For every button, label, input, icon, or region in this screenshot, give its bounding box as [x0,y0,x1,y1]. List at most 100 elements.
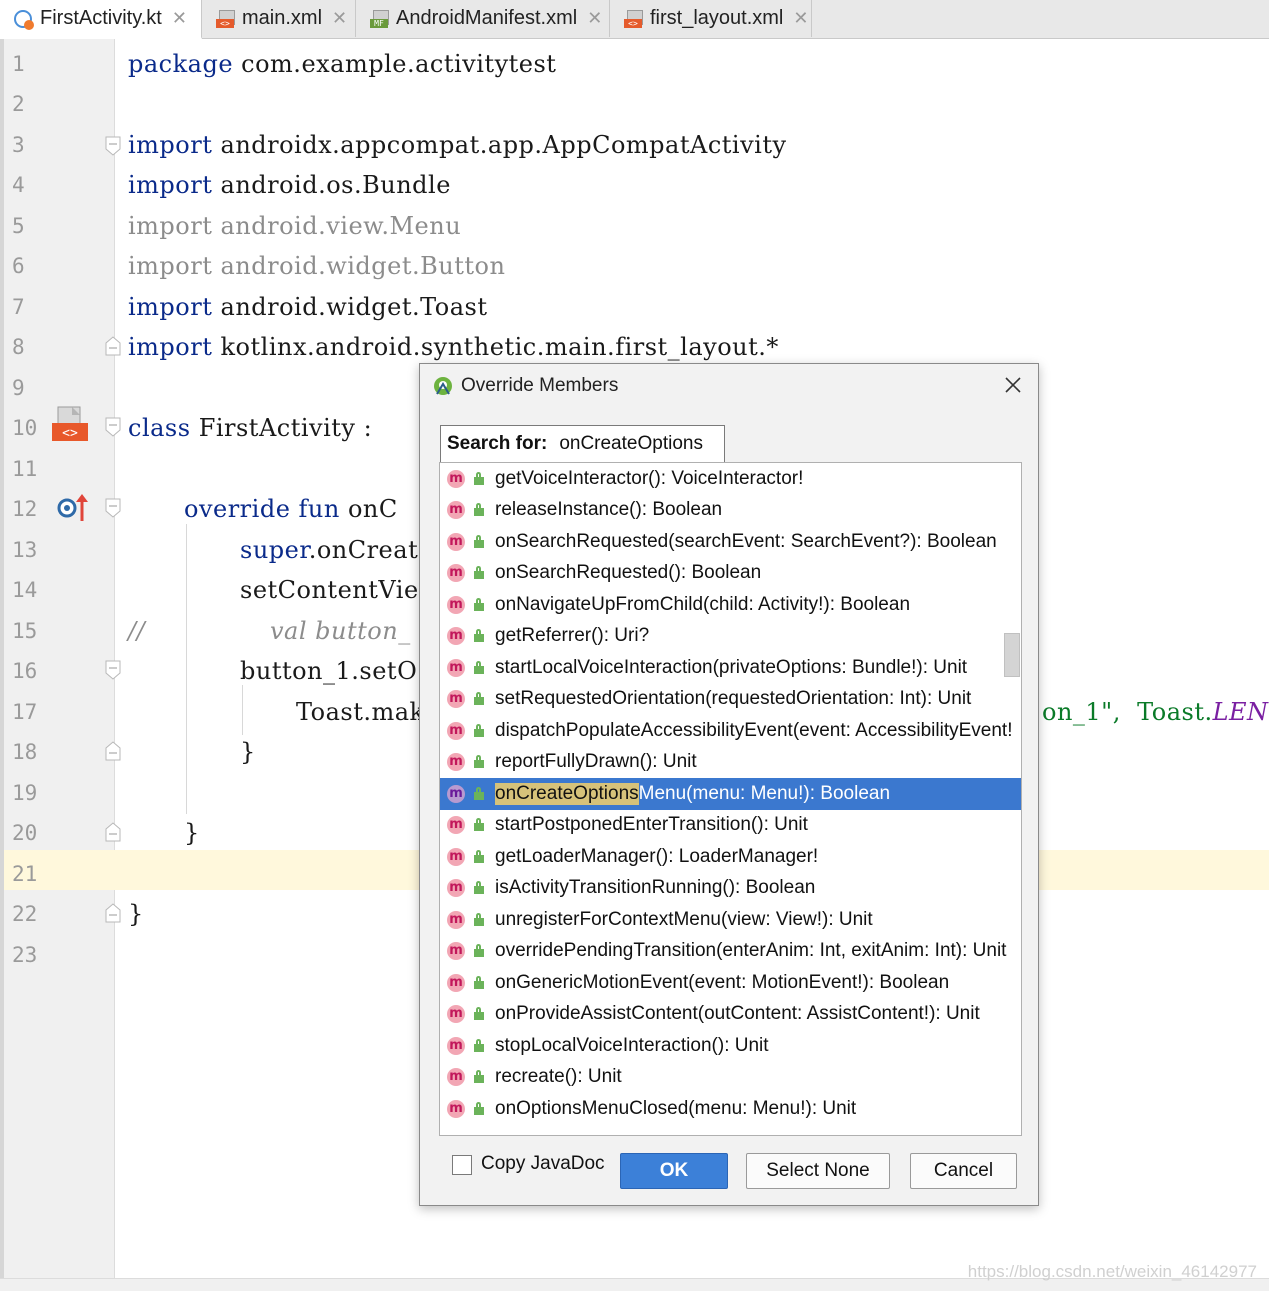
method-icon: m [447,532,465,551]
code-line-unused-import: import android.widget.Button [128,252,506,280]
list-item[interactable]: m onProvideAssistContent(outContent: Assi… [440,999,1021,1031]
dialog-title: Override Members [461,375,619,396]
lock-icon [473,849,485,864]
speed-search-box[interactable]: Search for: onCreateOptions [440,425,725,462]
close-icon[interactable]: ✕ [793,8,808,29]
method-icon: m [447,816,465,835]
kotlin-file-icon [14,9,34,30]
fold-marker-icon[interactable] [104,335,122,357]
select-none-button[interactable]: Select None [746,1153,890,1189]
close-icon[interactable]: ✕ [332,8,347,29]
code-line: override fun onC [184,495,398,523]
member-signature: onSearchRequested(searchEvent: SearchEve… [495,530,997,552]
line-number: 20 [12,821,38,845]
list-item[interactable]: m startLocalVoiceInteraction(privateOptio… [440,652,1021,684]
fold-marker-icon[interactable] [104,659,122,681]
list-item[interactable]: m onSearchRequested(searchEvent: SearchEv… [440,526,1021,558]
line-number: 5 [12,214,25,238]
list-scrollbar-thumb[interactable] [1004,633,1020,677]
method-icon: m [447,501,465,520]
method-icon: m [447,1005,465,1024]
code-line: package com.example.activitytest [128,50,557,78]
search-input[interactable]: onCreateOptions [559,433,703,455]
xml-file-icon: <> [624,9,644,28]
xml-file-icon: <> [216,9,236,28]
line-number: 7 [12,295,25,319]
close-icon[interactable]: ✕ [587,8,602,29]
list-item[interactable]: m recreate(): Unit [440,1062,1021,1094]
method-icon: m [447,910,465,929]
list-item[interactable]: m unregisterForContextMenu(view: View!): … [440,904,1021,936]
close-icon[interactable] [1002,374,1024,396]
list-item[interactable]: m startPostponedEnterTransition(): Unit [440,810,1021,842]
line-number: 11 [12,457,38,481]
line-number: 6 [12,254,25,278]
list-item[interactable]: m onNavigateUpFromChild(child: Activity!)… [440,589,1021,621]
list-item[interactable]: m getLoaderManager(): LoaderManager! [440,841,1021,873]
tab-androidmanifest-xml[interactable]: MF AndroidManifest.xml ✕ [356,0,610,37]
lock-icon [473,503,485,517]
method-icon: m [447,942,465,961]
fold-marker-icon[interactable] [104,902,122,924]
line-number: 12 [12,497,38,521]
code-line-unused-import: import android.view.Menu [128,212,462,240]
fold-marker-icon[interactable] [104,497,122,519]
fold-marker-icon[interactable] [104,740,122,762]
list-item[interactable]: m reportFullyDrawn(): Unit [440,747,1021,779]
line-number: 22 [12,902,38,926]
tab-first-layout-xml[interactable]: <> first_layout.xml ✕ [610,0,812,37]
code-line: import androidx.appcompat.app.AppCompatA… [128,131,787,159]
line-number: 3 [12,133,25,157]
list-item[interactable]: m stopLocalVoiceInteraction(): Unit [440,1030,1021,1062]
list-item[interactable]: m releaseInstance(): Boolean [440,495,1021,527]
line-number: 4 [12,173,25,197]
layout-related-file-icon[interactable]: <> [52,405,90,445]
line-number: 9 [12,376,25,400]
overrides-method-icon[interactable] [56,491,90,525]
member-signature: startLocalVoiceInteraction(privateOption… [495,656,968,678]
list-item[interactable]: m dispatchPopulateAccessibilityEvent(even… [440,715,1021,747]
members-list[interactable]: m getVoiceInteractor(): VoiceInteractor! … [439,462,1022,1136]
copy-javadoc-label: Copy JavaDoc [481,1153,605,1174]
list-item[interactable]: m overridePendingTransition(enterAnim: In… [440,936,1021,968]
method-icon: m [447,973,465,992]
lock-icon [473,629,485,643]
lock-icon [473,912,485,927]
code-line: import kotlinx.android.synthetic.main.fi… [128,333,779,361]
list-item[interactable]: m onSearchRequested(): Boolean [440,558,1021,590]
method-icon: m [447,595,465,614]
lock-icon [473,1101,485,1116]
code-line-partial: on_1", Toast.LEN [1042,698,1269,726]
close-icon[interactable]: ✕ [172,8,187,29]
lock-icon [473,755,485,769]
list-item[interactable]: m setRequestedOrientation(requestedOrient… [440,684,1021,716]
list-item[interactable]: m isActivityTransitionRunning(): Boolean [440,873,1021,905]
line-number: 8 [12,335,25,359]
fold-marker-icon[interactable] [104,416,122,438]
lock-icon [473,1007,485,1021]
lock-icon [473,597,485,612]
fold-marker-icon[interactable] [104,821,122,843]
tab-main-xml[interactable]: <> main.xml ✕ [202,0,356,37]
fold-marker-icon[interactable] [104,135,122,157]
dialog-title-bar: Override Members [420,364,1038,408]
list-item[interactable]: m onGenericMotionEvent(event: MotionEvent… [440,967,1021,999]
list-item[interactable]: m onOptionsMenuClosed(menu: Menu!): Unit [440,1093,1021,1125]
method-icon: m [447,627,465,646]
member-signature: recreate(): Unit [495,1066,622,1088]
manifest-file-icon: MF [370,9,390,28]
cancel-button[interactable]: Cancel [910,1153,1017,1189]
list-item[interactable]: m getVoiceInteractor(): VoiceInteractor! [440,463,1021,495]
method-icon: m [447,879,465,898]
lock-icon [473,1070,485,1084]
copy-javadoc-checkbox[interactable] [452,1155,472,1175]
line-number: 10 [12,416,38,440]
ok-button[interactable]: OK [620,1153,728,1189]
tab-firstactivity-kt[interactable]: FirstActivity.kt ✕ [0,0,202,39]
list-item[interactable]: m getReferrer(): Uri? [440,621,1021,653]
member-signature: dispatchPopulateAccessibilityEvent(event… [495,719,1013,741]
member-signature: onOptionsMenuClosed(menu: Menu!): Unit [495,1097,857,1119]
list-item-selected[interactable]: m onCreateOptions Menu(menu: Menu!): Boole… [440,778,1021,810]
method-icon: m [447,753,465,772]
override-members-dialog: Override Members Search for: onCreateOpt… [419,363,1039,1206]
